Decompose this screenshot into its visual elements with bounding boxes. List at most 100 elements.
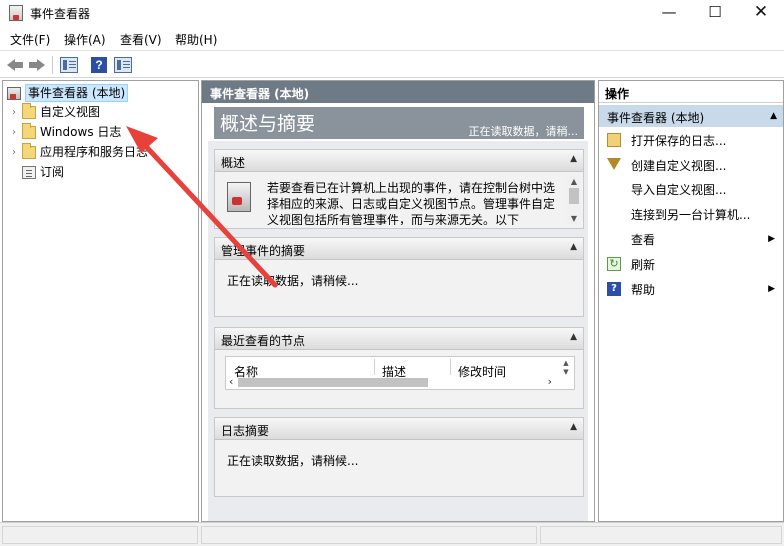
- tree-item-label: 事件查看器 (本地): [25, 84, 129, 102]
- collapse-actions-icon[interactable]: ▲: [770, 111, 777, 121]
- overview-section-header[interactable]: 概述 ▲: [215, 150, 583, 172]
- forward-arrow-icon: [29, 59, 45, 71]
- actions-subheader-label: 事件查看器 (本地): [607, 111, 705, 125]
- minimize-button[interactable]: —: [646, 0, 692, 24]
- show-hide-action-pane-button[interactable]: [112, 55, 134, 75]
- recent-nodes-vscroll[interactable]: ▲ ▼: [560, 359, 572, 377]
- show-hide-console-tree-button[interactable]: [58, 55, 80, 75]
- recent-nodes-section-header[interactable]: 最近查看的节点 ▲: [215, 328, 583, 350]
- event-viewer-app-icon: [9, 5, 23, 21]
- help-icon: ?: [91, 57, 107, 73]
- status-segment: [2, 526, 198, 544]
- actions-pane: 操作 事件查看器 (本地) ▲ 打开保存的日志... 创建自定义视图... 导入…: [598, 80, 784, 522]
- tree-item-event-viewer-local[interactable]: 事件查看器 (本地): [7, 83, 129, 103]
- action-create-custom-view[interactable]: 创建自定义视图...: [599, 154, 783, 176]
- console-tree: 事件查看器 (本地) › 自定义视图 › Windows 日志 › 应用程序和服…: [2, 80, 199, 522]
- status-bar: [0, 522, 784, 546]
- collapse-section-icon[interactable]: ▲: [570, 154, 577, 164]
- event-viewer-icon: [7, 86, 21, 100]
- overview-description: 若要查看已在计算机上出现的事件，请在控制台树中选择相应的来源、日志或自定义视图节…: [267, 181, 556, 225]
- collapse-section-icon[interactable]: ▲: [570, 422, 577, 432]
- recent-nodes-table: 名称 描述 修改时间 ‹ › ▲ ▼: [225, 356, 575, 390]
- close-button[interactable]: ✕: [738, 0, 784, 24]
- action-label: 导入自定义视图...: [631, 182, 727, 197]
- actions-subheader[interactable]: 事件查看器 (本地) ▲: [599, 105, 783, 127]
- scrollbar-thumb[interactable]: [569, 188, 579, 204]
- subscriptions-icon: [22, 165, 36, 179]
- toolbar: ?: [0, 50, 784, 78]
- recent-nodes-section: 最近查看的节点 ▲ 名称 描述 修改时间 ‹ › ▲ ▼: [214, 327, 584, 409]
- expand-chevron-icon[interactable]: ›: [9, 107, 19, 118]
- status-segment: [201, 526, 537, 544]
- column-separator[interactable]: [450, 359, 451, 375]
- filter-icon: [607, 158, 621, 172]
- window-title: 事件查看器: [30, 7, 91, 21]
- scrollbar-thumb[interactable]: [238, 378, 428, 387]
- overview-scrollbar[interactable]: ▲ ▼: [567, 176, 581, 224]
- overview-title: 概述与摘要: [220, 113, 316, 135]
- submenu-arrow-icon: ▶: [768, 284, 775, 294]
- scroll-up-icon[interactable]: ▲: [567, 177, 581, 186]
- folder-icon: [22, 142, 36, 159]
- scroll-right-icon[interactable]: ›: [548, 375, 552, 388]
- tree-item-subscriptions[interactable]: 订阅: [9, 162, 64, 182]
- center-pane-header: 事件查看器 (本地): [202, 81, 594, 103]
- tree-item-windows-logs[interactable]: › Windows 日志: [9, 122, 121, 142]
- tree-item-label: 订阅: [40, 165, 65, 179]
- action-help[interactable]: ? 帮助 ▶: [599, 278, 783, 300]
- back-button[interactable]: [6, 55, 24, 75]
- event-log-icon: [227, 182, 251, 212]
- forward-button[interactable]: [28, 55, 46, 75]
- action-label: 创建自定义视图...: [631, 158, 727, 173]
- recent-nodes-hscrollbar[interactable]: ‹ ›: [226, 375, 558, 389]
- scroll-left-icon[interactable]: ‹: [229, 375, 233, 388]
- toolbar-separator: [52, 56, 53, 74]
- admin-events-section-header[interactable]: 管理事件的摘要 ▲: [215, 238, 583, 260]
- tree-item-custom-views[interactable]: › 自定义视图: [9, 102, 100, 122]
- maximize-button[interactable]: ☐: [692, 0, 738, 24]
- action-label: 刷新: [631, 257, 656, 272]
- menu-view[interactable]: 查看(V): [120, 31, 162, 48]
- help-toolbar-button[interactable]: ?: [89, 55, 109, 75]
- action-label: 打开保存的日志...: [631, 133, 727, 148]
- log-summary-section-header[interactable]: 日志摘要 ▲: [215, 418, 583, 440]
- actions-pane-header: 操作: [599, 81, 783, 103]
- overview-banner: 概述与摘要 正在读取数据，请稍...: [214, 107, 584, 139]
- action-open-saved-log[interactable]: 打开保存的日志...: [599, 129, 783, 151]
- expand-chevron-icon[interactable]: ›: [9, 147, 19, 158]
- refresh-icon: ↻: [607, 257, 621, 271]
- status-segment: [540, 526, 782, 544]
- tree-item-label: Windows 日志: [40, 125, 122, 139]
- menu-help[interactable]: 帮助(H): [175, 31, 217, 48]
- admin-events-section: 管理事件的摘要 ▲ 正在读取数据，请稍候...: [214, 237, 584, 317]
- action-view[interactable]: 查看 ▶: [599, 228, 783, 250]
- scroll-down-icon[interactable]: ▼: [567, 214, 581, 223]
- folder-icon: [22, 122, 36, 139]
- folder-icon: [22, 102, 36, 119]
- submenu-arrow-icon: ▶: [768, 234, 775, 244]
- open-log-icon: [607, 133, 621, 147]
- menu-file[interactable]: 文件(F): [10, 31, 50, 48]
- log-summary-status: 正在读取数据，请稍候...: [227, 454, 359, 468]
- center-pane: 事件查看器 (本地) 概述与摘要 正在读取数据，请稍... 概述 ▲ 若要查看已…: [201, 80, 595, 522]
- menu-action[interactable]: 操作(A): [64, 31, 106, 48]
- action-refresh[interactable]: ↻ 刷新: [599, 253, 783, 275]
- tree-item-app-service-logs[interactable]: › 应用程序和服务日志: [9, 142, 148, 162]
- collapse-section-icon[interactable]: ▲: [570, 242, 577, 252]
- action-label: 连接到另一台计算机...: [631, 207, 751, 222]
- column-separator[interactable]: [374, 359, 375, 375]
- section-title: 日志摘要: [221, 424, 270, 438]
- center-pane-body: 概述与摘要 正在读取数据，请稍... 概述 ▲ 若要查看已在计算机上出现的事件，…: [202, 103, 594, 521]
- action-connect-computer[interactable]: 连接到另一台计算机...: [599, 203, 783, 225]
- section-title: 最近查看的节点: [221, 334, 306, 348]
- section-title: 管理事件的摘要: [221, 244, 306, 258]
- collapse-section-icon[interactable]: ▲: [570, 332, 577, 342]
- admin-events-status: 正在读取数据，请稍候...: [227, 274, 359, 288]
- expand-chevron-icon[interactable]: ›: [9, 127, 19, 138]
- menu-bar: 文件(F) 操作(A) 查看(V) 帮助(H): [0, 28, 784, 50]
- action-import-custom-view[interactable]: 导入自定义视图...: [599, 178, 783, 200]
- help-icon: ?: [607, 282, 621, 296]
- action-pane-icon: [114, 57, 132, 73]
- back-arrow-icon: [7, 59, 23, 71]
- action-label: 查看: [631, 232, 656, 247]
